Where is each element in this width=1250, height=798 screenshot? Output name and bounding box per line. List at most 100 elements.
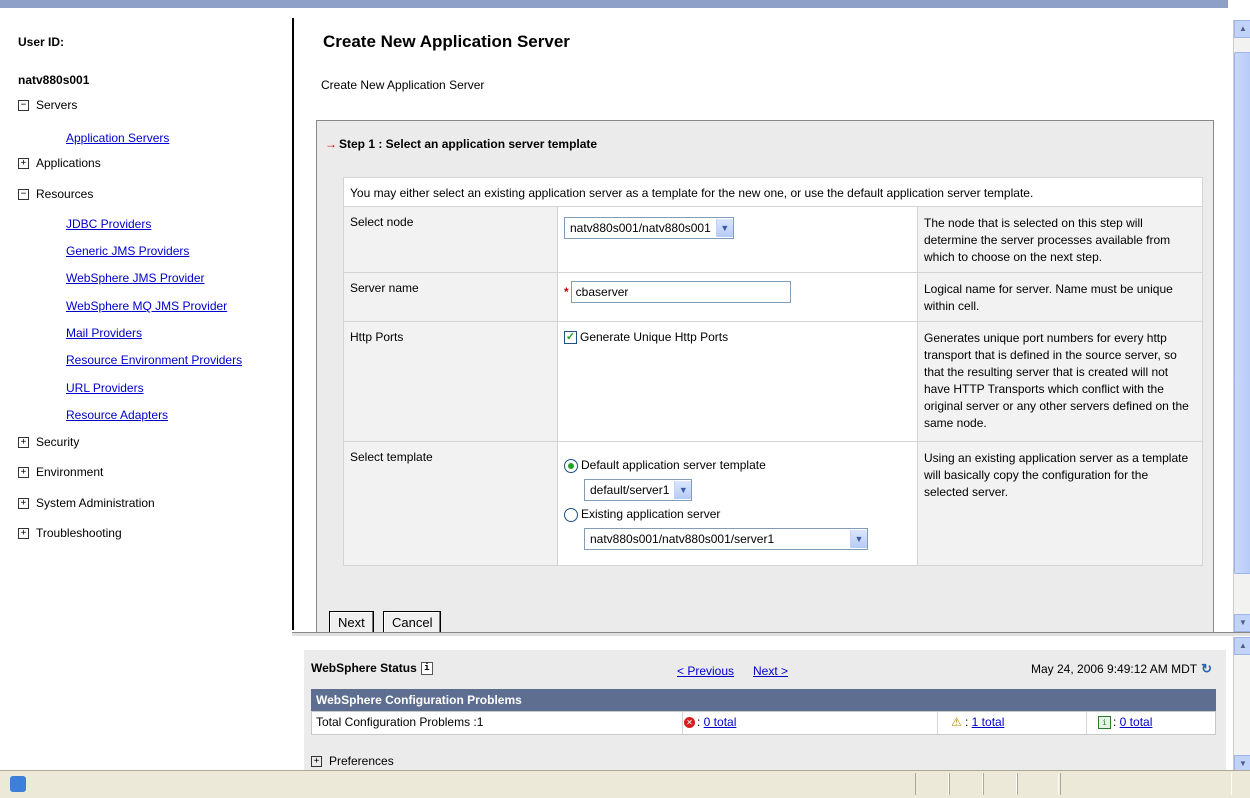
server-name-input[interactable]: cbaserver: [570, 281, 791, 303]
generate-ports-checkbox[interactable]: ✓ Generate Unique Http Ports: [564, 330, 728, 345]
nav-resources[interactable]: − Resources: [18, 187, 93, 201]
refresh-icon[interactable]: ↻: [1201, 661, 1212, 677]
info-icon[interactable]: i: [420, 661, 433, 675]
default-template-value: default/server1: [590, 482, 670, 497]
default-template-label: Default application server template: [581, 458, 766, 472]
existing-server-select[interactable]: natv880s001/natv880s001/server1 ▼: [584, 527, 868, 550]
nav-divider: [292, 18, 294, 630]
websphere-status-panel: WebSphere Status i < Previous Next > May…: [304, 650, 1226, 770]
http-ports-description: Generates unique port numbers for every …: [917, 321, 1203, 442]
server-name-cell: * cbaserver: [557, 272, 918, 322]
nav-link-generic-jms-providers[interactable]: Generic JMS Providers: [66, 244, 189, 258]
checkmark-icon[interactable]: ✓: [564, 331, 577, 345]
expand-icon[interactable]: +: [18, 527, 29, 539]
nav-link-websphere-jms-provider[interactable]: WebSphere JMS Provider: [66, 271, 205, 285]
nav-troubleshooting[interactable]: + Troubleshooting: [18, 526, 122, 540]
nav-security-label: Security: [36, 435, 80, 449]
collapse-icon[interactable]: −: [18, 99, 29, 111]
status-next-link[interactable]: Next >: [753, 664, 788, 678]
status-title-text: WebSphere Status: [311, 661, 417, 675]
status-cell: [983, 773, 1017, 795]
http-ports-label: Http Ports: [343, 321, 558, 442]
errors-cell: ✕: 0 total: [682, 712, 938, 734]
scroll-up-icon[interactable]: ▲: [1234, 20, 1250, 38]
radio-selected-icon[interactable]: [564, 458, 578, 473]
node-select[interactable]: natv880s001/natv880s001 ▼: [564, 217, 734, 239]
page-subtitle: Create New Application Server: [321, 78, 485, 92]
status-scrollbar[interactable]: ▲ ▼: [1233, 637, 1250, 777]
timestamp-text: May 24, 2006 9:49:12 AM MDT: [1031, 662, 1198, 676]
select-template-label: Select template: [343, 441, 558, 566]
warnings-link[interactable]: 1 total: [972, 715, 1005, 729]
expand-icon[interactable]: +: [18, 436, 29, 448]
scroll-up-icon[interactable]: ▲: [1234, 637, 1250, 655]
existing-server-label: Existing application server: [581, 506, 721, 521]
warnings-cell: ⚠: 1 total: [938, 712, 1087, 734]
user-id-label: User ID:: [18, 35, 65, 49]
status-previous-link[interactable]: < Previous: [677, 664, 734, 678]
warning-icon: ⚠: [951, 715, 962, 730]
select-template-description: Using an existing application server as …: [917, 441, 1203, 566]
nav-environment-label: Environment: [36, 465, 104, 479]
chevron-down-icon[interactable]: ▼: [715, 219, 733, 237]
select-node-description: The node that is selected on this step w…: [917, 206, 1203, 273]
chevron-down-icon[interactable]: ▼: [674, 480, 692, 499]
intro-text: You may either select an existing applic…: [343, 177, 1203, 207]
nav-applications[interactable]: + Applications: [18, 156, 101, 170]
nav-link-resource-adapters[interactable]: Resource Adapters: [66, 408, 168, 422]
nav-servers[interactable]: − Servers: [18, 98, 77, 112]
existing-server-radio[interactable]: Existing application server: [564, 507, 911, 522]
main-scrollbar[interactable]: ▲ ▼: [1233, 20, 1250, 632]
select-node-cell: natv880s001/natv880s001 ▼: [557, 206, 918, 273]
expand-icon[interactable]: +: [18, 497, 29, 509]
expand-icon[interactable]: +: [311, 755, 322, 767]
default-template-select[interactable]: default/server1 ▼: [584, 478, 693, 501]
expand-icon[interactable]: +: [18, 157, 29, 169]
config-problems-header: WebSphere Configuration Problems: [311, 689, 1216, 711]
scrollbar-thumb[interactable]: [1234, 52, 1250, 574]
errors-link[interactable]: 0 total: [704, 715, 737, 729]
nav-link-jdbc-providers[interactable]: JDBC Providers: [66, 217, 151, 231]
radio-unselected-icon[interactable]: [564, 507, 578, 522]
preferences-label: Preferences: [329, 754, 394, 768]
wizard-panel: → Step 1 : Select an application server t…: [316, 120, 1214, 633]
nav-link-resource-environment-providers[interactable]: Resource Environment Providers: [66, 353, 242, 367]
default-template-radio[interactable]: Default application server template: [564, 458, 911, 473]
existing-server-value: natv880s001/natv880s001/server1: [590, 531, 775, 546]
page-icon: [10, 776, 26, 792]
nav-link-url-providers[interactable]: URL Providers: [66, 381, 144, 395]
http-ports-cell: ✓ Generate Unique Http Ports: [557, 321, 918, 442]
nav-link-mail-providers[interactable]: Mail Providers: [66, 326, 142, 340]
status-title: WebSphere Status i: [311, 661, 433, 675]
total-problems-label: Total Configuration Problems :1: [312, 712, 683, 734]
chevron-down-icon[interactable]: ▼: [850, 529, 867, 548]
step-arrow-icon: →: [325, 137, 337, 151]
preferences-toggle[interactable]: + Preferences: [311, 754, 394, 768]
nav-servers-label: Servers: [36, 98, 78, 112]
error-icon: ✕: [684, 717, 695, 729]
nav-environment[interactable]: + Environment: [18, 465, 103, 479]
expand-icon[interactable]: +: [18, 466, 29, 478]
nav-security[interactable]: + Security: [18, 435, 79, 449]
page-title: Create New Application Server: [323, 32, 570, 51]
information-icon: i: [1098, 716, 1111, 730]
nav-link-websphere-mq-jms-provider[interactable]: WebSphere MQ JMS Provider: [66, 299, 227, 313]
step-label: Step 1 : Select an application server te…: [339, 137, 598, 151]
node-select-value: natv880s001/natv880s001: [570, 221, 711, 235]
window-top-corner: [1227, 0, 1250, 8]
node-name: natv880s001: [18, 73, 90, 87]
step-heading: → Step 1 : Select an application server t…: [325, 137, 597, 151]
nav-link-application-servers[interactable]: Application Servers: [66, 131, 169, 145]
server-name-description: Logical name for server. Name must be un…: [917, 272, 1203, 322]
config-problems-row: Total Configuration Problems :1 ✕: 0 tot…: [311, 711, 1216, 735]
nav-troubleshooting-label: Troubleshooting: [36, 526, 122, 540]
collapse-icon[interactable]: −: [18, 188, 29, 200]
nav-system-administration-label: System Administration: [36, 496, 155, 510]
next-button[interactable]: Next: [329, 611, 374, 633]
scroll-down-icon[interactable]: ▼: [1234, 614, 1250, 632]
cancel-button[interactable]: Cancel: [383, 611, 442, 633]
nav-system-administration[interactable]: + System Administration: [18, 496, 155, 510]
infos-link[interactable]: 0 total: [1120, 715, 1153, 729]
nav-resources-label: Resources: [36, 187, 94, 201]
frame-divider[interactable]: [292, 632, 1250, 636]
